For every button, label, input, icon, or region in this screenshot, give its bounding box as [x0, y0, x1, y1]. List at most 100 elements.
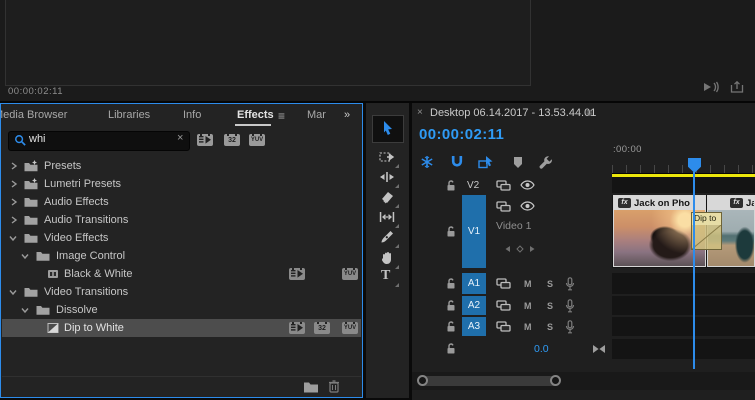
selection-tool-button[interactable] [372, 115, 404, 143]
filter-accelerated-effects-button[interactable] [197, 134, 213, 146]
solo-button[interactable]: S [547, 301, 553, 311]
razor-tool-button[interactable] [379, 189, 399, 208]
track-label-v2[interactable]: V2 [467, 180, 479, 191]
voiceover-mic-icon[interactable] [565, 299, 575, 313]
mute-button[interactable]: M [524, 279, 532, 289]
chevron-down-icon[interactable] [21, 252, 29, 260]
effects-panel-menu-icon[interactable]: ≡ [278, 109, 285, 123]
solo-button[interactable]: S [547, 279, 553, 289]
tree-item-video-effects[interactable]: Video Effects [2, 229, 361, 247]
tree-item-image-control[interactable]: Image Control [2, 247, 361, 265]
hand-tool-button[interactable] [379, 250, 399, 269]
tab-media-browser[interactable]: Media Browser [1, 109, 67, 121]
lock-icon[interactable] [445, 299, 457, 312]
sync-lock-icon[interactable] [496, 300, 511, 311]
tree-item-dip-to-white[interactable]: Dip to White 32 YUV [2, 319, 361, 337]
tree-item-black-and-white[interactable]: Black & White YUV [2, 265, 361, 283]
sync-lock-icon[interactable] [496, 180, 511, 191]
program-monitor-viewport[interactable] [5, 0, 531, 86]
tab-markers[interactable]: Mar [307, 109, 326, 121]
timeline-panel-menu-icon[interactable]: ≡ [586, 106, 593, 120]
sync-lock-icon[interactable] [496, 321, 511, 332]
export-frame-icon[interactable] [730, 81, 744, 93]
linked-selection-icon[interactable] [478, 155, 494, 169]
track-select-forward-tool-button[interactable] [379, 149, 399, 168]
zoom-handle-right[interactable] [550, 375, 561, 386]
tree-item-lumetri-presets[interactable]: Lumetri Presets [2, 175, 361, 193]
mute-button[interactable]: M [524, 322, 532, 332]
solo-button[interactable]: S [547, 322, 553, 332]
track-content-a3[interactable] [612, 317, 755, 336]
track-content-a2[interactable] [612, 296, 755, 315]
lock-icon[interactable] [445, 179, 457, 192]
track-target-v1[interactable]: V1 [462, 195, 486, 268]
snap-magnet-icon[interactable] [450, 155, 464, 169]
track-target-a3[interactable]: A3 [462, 317, 486, 336]
tab-info[interactable]: Info [183, 109, 201, 121]
time-ruler[interactable] [612, 165, 755, 173]
track-target-a2[interactable]: A2 [462, 296, 486, 315]
add-marker-icon[interactable] [512, 156, 524, 169]
timeline-zoom-scrollbar[interactable] [418, 376, 560, 386]
chevron-down-icon[interactable] [9, 288, 17, 296]
chevron-down-icon[interactable] [9, 234, 17, 242]
tree-item-label: Audio Effects [44, 196, 109, 208]
search-clear-icon[interactable]: × [177, 132, 183, 144]
voiceover-mic-icon[interactable] [565, 320, 575, 334]
chevron-down-icon[interactable] [21, 306, 29, 314]
lock-icon[interactable] [445, 342, 457, 355]
chevron-right-icon[interactable] [10, 162, 18, 170]
toggle-track-output-eye-icon[interactable] [520, 201, 535, 211]
master-meter-bowtie-icon[interactable] [592, 344, 606, 354]
tab-overflow-chevron-icon[interactable]: » [344, 109, 350, 121]
transition-dip-to-white[interactable]: Dip to [691, 212, 722, 250]
track-name-video1[interactable]: Video 1 [496, 220, 531, 232]
next-keyframe-icon[interactable] [528, 245, 536, 253]
play-audio-icon[interactable] [702, 81, 720, 93]
tree-item-audio-transitions[interactable]: Audio Transitions [2, 211, 361, 229]
slip-tool-icon [379, 211, 395, 223]
track-target-a1[interactable]: A1 [462, 273, 486, 294]
previous-keyframe-icon[interactable] [504, 245, 512, 253]
toggle-track-output-eye-icon[interactable] [520, 180, 535, 190]
track-content-a1[interactable] [612, 273, 755, 294]
sequence-tab-title[interactable]: Desktop 06.14.2017 - 13.53.44.01 [430, 107, 596, 119]
track-content-v2[interactable] [612, 177, 755, 193]
tab-libraries[interactable]: Libraries [108, 109, 150, 121]
tree-item-presets[interactable]: Presets [2, 157, 361, 175]
timeline-settings-wrench-icon[interactable] [538, 155, 553, 170]
mute-button[interactable]: M [524, 301, 532, 311]
pen-tool-button[interactable] [379, 229, 399, 248]
chevron-right-icon[interactable] [10, 216, 18, 224]
lock-icon[interactable] [445, 320, 457, 333]
nest-sequence-icon[interactable] [420, 155, 434, 169]
master-level-value[interactable]: 0.0 [534, 343, 549, 355]
timeline-tab[interactable]: × Desktop 06.14.2017 - 13.53.44.01 ≡ [412, 103, 755, 124]
filter-32bit-button[interactable]: 32 [224, 134, 240, 146]
row-32bit-badge: 32 [314, 322, 330, 334]
tree-item-audio-effects[interactable]: Audio Effects [2, 193, 361, 211]
close-tab-icon[interactable]: × [417, 107, 423, 118]
sync-lock-icon[interactable] [496, 201, 511, 212]
delete-trash-icon[interactable] [328, 379, 340, 393]
new-custom-bin-icon[interactable] [303, 380, 319, 393]
tab-effects[interactable]: Effects [237, 109, 274, 121]
filter-yuv-button[interactable]: YUV [249, 134, 265, 146]
type-tool-button[interactable]: T [379, 268, 399, 287]
sync-lock-icon[interactable] [496, 278, 511, 289]
lock-icon[interactable] [445, 277, 457, 290]
lock-icon[interactable] [445, 225, 457, 238]
tree-item-video-transitions[interactable]: Video Transitions [2, 283, 361, 301]
tree-item-dissolve[interactable]: Dissolve [2, 301, 361, 319]
tree-item-label: Image Control [56, 250, 126, 262]
voiceover-mic-icon[interactable] [565, 277, 575, 291]
chevron-right-icon[interactable] [10, 180, 18, 188]
clip-header: fx Jack on Pho [614, 196, 705, 210]
track-content-v1[interactable]: fx Jack on Pho fx Ja Dip to [612, 195, 755, 268]
add-keyframe-icon[interactable] [516, 245, 524, 253]
slip-tool-button[interactable] [379, 209, 399, 228]
chevron-right-icon[interactable] [10, 198, 18, 206]
zoom-handle-left[interactable] [417, 375, 428, 386]
ripple-edit-tool-button[interactable] [379, 169, 399, 188]
timeline-playhead-timecode[interactable]: 00:00:02:11 [419, 126, 504, 143]
